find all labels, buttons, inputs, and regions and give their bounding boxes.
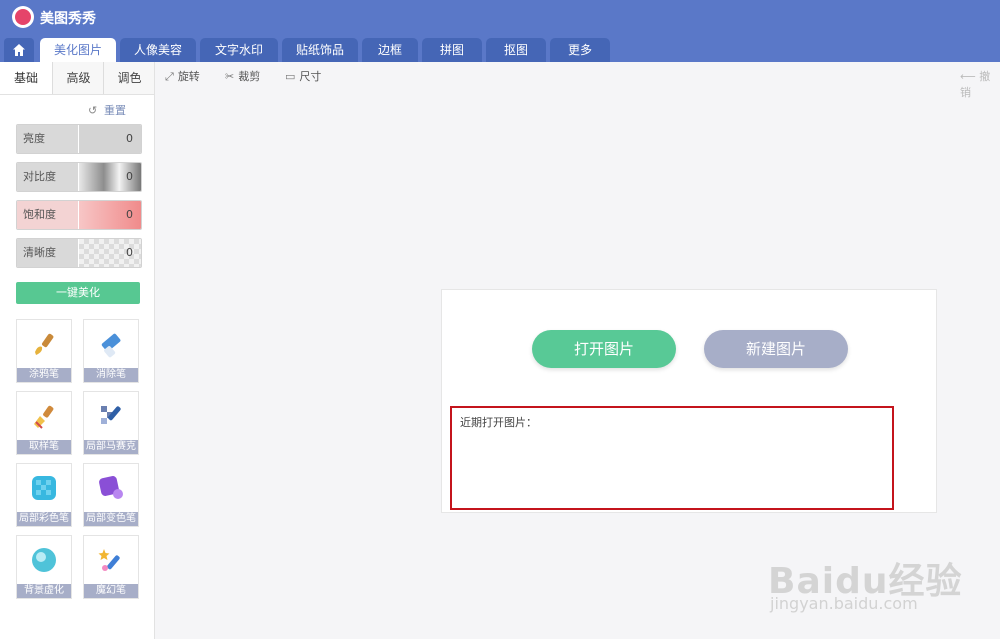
contrast-value: 0 (126, 170, 133, 183)
tool-eraser-pen[interactable]: 消除笔 (83, 319, 139, 383)
tool-background-blur[interactable]: 背景虚化 (16, 535, 72, 599)
tab-more[interactable]: 更多 (550, 38, 610, 62)
app-title: 美图秀秀 (40, 11, 96, 27)
size-button[interactable]: ▭ 尺寸 (285, 68, 321, 84)
resize-icon: ▭ (285, 70, 296, 83)
recolor-pen-icon (99, 476, 123, 499)
subtab-advanced[interactable]: 高级 (52, 62, 104, 94)
scissors-icon: ✂ (225, 70, 235, 83)
tab-cutout[interactable]: 抠图 (486, 38, 546, 62)
new-image-button[interactable]: 新建图片 (704, 330, 848, 368)
crop-label: 裁剪 (238, 70, 261, 83)
tool-local-color-label: 局部彩色笔 (17, 512, 71, 526)
clarity-value: 0 (126, 246, 133, 259)
tab-portrait[interactable]: 人像美容 (120, 38, 196, 62)
tool-background-blur-label: 背景虚化 (17, 584, 71, 598)
tool-magic-pen-label: 魔幻笔 (84, 584, 138, 598)
main-tab-bar: 美化图片 人像美容 文字水印 贴纸饰品 边框 拼图 抠图 更多 (0, 36, 1000, 62)
tab-frames[interactable]: 边框 (362, 38, 418, 62)
subtab-color[interactable]: 调色 (103, 62, 155, 94)
recent-images-title: 近期打开图片： (460, 416, 537, 429)
tool-sampling-pen[interactable]: 取样笔 (16, 391, 72, 455)
eraser-icon (101, 333, 121, 358)
undo-button[interactable]: ⟵ 撤销 (960, 68, 1000, 100)
reset-label: 重置 (104, 104, 126, 117)
tool-local-color[interactable]: 局部彩色笔 (16, 463, 72, 527)
tab-text-watermark[interactable]: 文字水印 (200, 38, 278, 62)
open-image-button[interactable]: 打开图片 (532, 330, 676, 368)
tool-mosaic[interactable]: 局部马赛克 (83, 391, 139, 455)
mosaic-pen-icon (101, 406, 121, 424)
recent-images-box: 近期打开图片： (450, 406, 894, 510)
crop-button[interactable]: ✂ 裁剪 (225, 68, 260, 84)
saturation-slider[interactable]: 饱和度 0 (16, 200, 142, 230)
clarity-label: 清晰度 (17, 239, 78, 267)
tool-doodle-pen-label: 涂鸦笔 (17, 368, 71, 382)
blur-background-icon (32, 548, 56, 572)
sampling-brush-icon (34, 405, 54, 429)
rotate-button[interactable]: ⤢ 旋转 (165, 68, 200, 84)
reset-icon: ↺ (88, 104, 98, 117)
baidu-watermark-url: jingyan.baidu.com (770, 594, 918, 613)
saturation-value: 0 (126, 208, 133, 221)
rotate-icon: ⤢ (165, 70, 174, 83)
tool-magic-pen[interactable]: 魔幻笔 (83, 535, 139, 599)
tool-eraser-pen-label: 消除笔 (84, 368, 138, 382)
edit-toolbar: ⤢ 旋转 ✂ 裁剪 ▭ 尺寸 ⟵ 撤销 (155, 62, 1000, 99)
magic-pen-icon (98, 549, 120, 571)
tab-collage[interactable]: 拼图 (422, 38, 482, 62)
clarity-slider[interactable]: 清晰度 0 (16, 238, 142, 268)
home-tab[interactable] (4, 38, 34, 62)
contrast-slider[interactable]: 对比度 0 (16, 162, 142, 192)
paintbrush-icon (35, 333, 54, 355)
contrast-label: 对比度 (17, 163, 78, 191)
brightness-value: 0 (126, 132, 133, 145)
adjust-panel: 基础 高级 调色 ↺ 重置 亮度 0 对比度 0 饱和度 0 清晰度 0 一键美化… (0, 62, 155, 639)
saturation-label: 饱和度 (17, 201, 78, 229)
undo-arrow-icon: ⟵ (960, 70, 976, 83)
size-label: 尺寸 (299, 70, 322, 83)
tool-doodle-pen[interactable]: 涂鸦笔 (16, 319, 72, 383)
app-logo-icon (12, 6, 34, 28)
tab-stickers[interactable]: 贴纸饰品 (282, 38, 358, 62)
tool-local-recolor-label: 局部变色笔 (84, 512, 138, 526)
brightness-slider[interactable]: 亮度 0 (16, 124, 142, 154)
reset-button[interactable]: ↺ 重置 (88, 102, 126, 118)
tab-beautify[interactable]: 美化图片 (40, 38, 116, 62)
brightness-label: 亮度 (17, 125, 78, 153)
tool-sampling-pen-label: 取样笔 (17, 440, 71, 454)
subtab-basic[interactable]: 基础 (0, 62, 52, 94)
title-bar: 美图秀秀 (0, 0, 1000, 36)
rotate-label: 旋转 (177, 70, 200, 83)
start-card: 打开图片 新建图片 近期打开图片： (441, 289, 937, 513)
tool-mosaic-label: 局部马赛克 (84, 440, 138, 454)
adjust-subtabs: 基础 高级 调色 (0, 62, 154, 95)
color-pen-icon (32, 476, 56, 500)
home-icon (13, 44, 25, 56)
one-click-beautify-button[interactable]: 一键美化 (16, 282, 140, 304)
tool-local-recolor[interactable]: 局部变色笔 (83, 463, 139, 527)
